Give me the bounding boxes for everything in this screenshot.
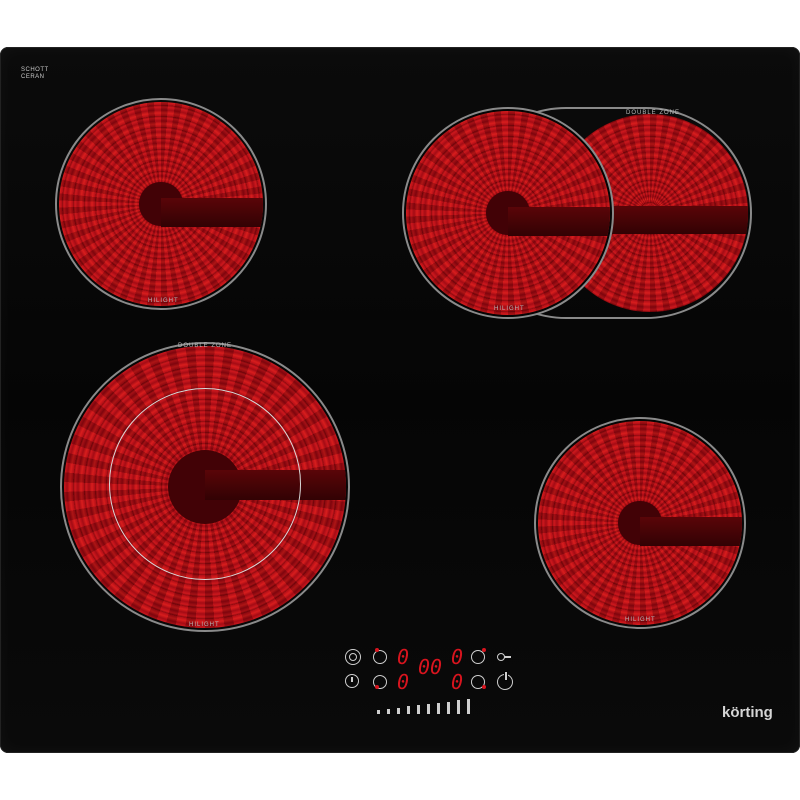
rear-left-level-display: 0 — [397, 645, 410, 669]
korting-logo: körting — [722, 704, 773, 721]
rear-right-indicator — [482, 648, 486, 652]
rear-left-indicator — [375, 648, 379, 652]
rear-right-double-zone-label: DOUBLE ZONE — [626, 110, 681, 116]
front-right-level-display: 0 — [451, 670, 464, 694]
rear-left-select-icon[interactable] — [373, 650, 387, 664]
slider-step-8[interactable] — [447, 701, 450, 714]
rear-right-heating-coil — [406, 111, 610, 315]
slider-step-4[interactable] — [407, 706, 410, 714]
front-right-heating-coil — [538, 421, 742, 625]
rear-left-heating-coil — [59, 102, 263, 306]
rear-right-zone-label: HILIGHT — [494, 306, 525, 312]
schott-ceran-logo: SCHOTT CERAN — [21, 67, 49, 81]
power-level-slider[interactable] — [377, 698, 479, 714]
front-left-double-zone-label: DOUBLE ZONE — [178, 343, 233, 349]
slider-step-3[interactable] — [397, 707, 400, 714]
front-left-zone-label: HILIGHT — [189, 622, 220, 628]
rear-right-select-icon[interactable] — [471, 650, 485, 664]
timer-display: 00 — [418, 655, 443, 679]
rear-left-zone-label: HILIGHT — [148, 298, 179, 304]
slider-step-1[interactable] — [377, 710, 380, 714]
schott-text: SCHOTT — [21, 67, 49, 73]
front-left-inner-ring — [109, 388, 301, 580]
rear-right-level-display: 0 — [451, 645, 464, 669]
lock-key-icon[interactable] — [497, 653, 511, 661]
slider-step-9[interactable] — [457, 700, 460, 714]
slider-step-2[interactable] — [387, 708, 390, 714]
slider-step-6[interactable] — [427, 704, 430, 714]
ceran-text: CERAN — [21, 74, 45, 80]
front-right-indicator — [482, 685, 486, 689]
front-right-zone-label: HILIGHT — [625, 617, 656, 623]
slider-step-5[interactable] — [417, 705, 420, 714]
double-zone-inner-icon — [349, 653, 357, 661]
slider-step-7[interactable] — [437, 702, 440, 714]
front-left-indicator — [375, 685, 379, 689]
front-left-level-display: 0 — [397, 670, 410, 694]
slider-step-10[interactable] — [467, 699, 470, 714]
